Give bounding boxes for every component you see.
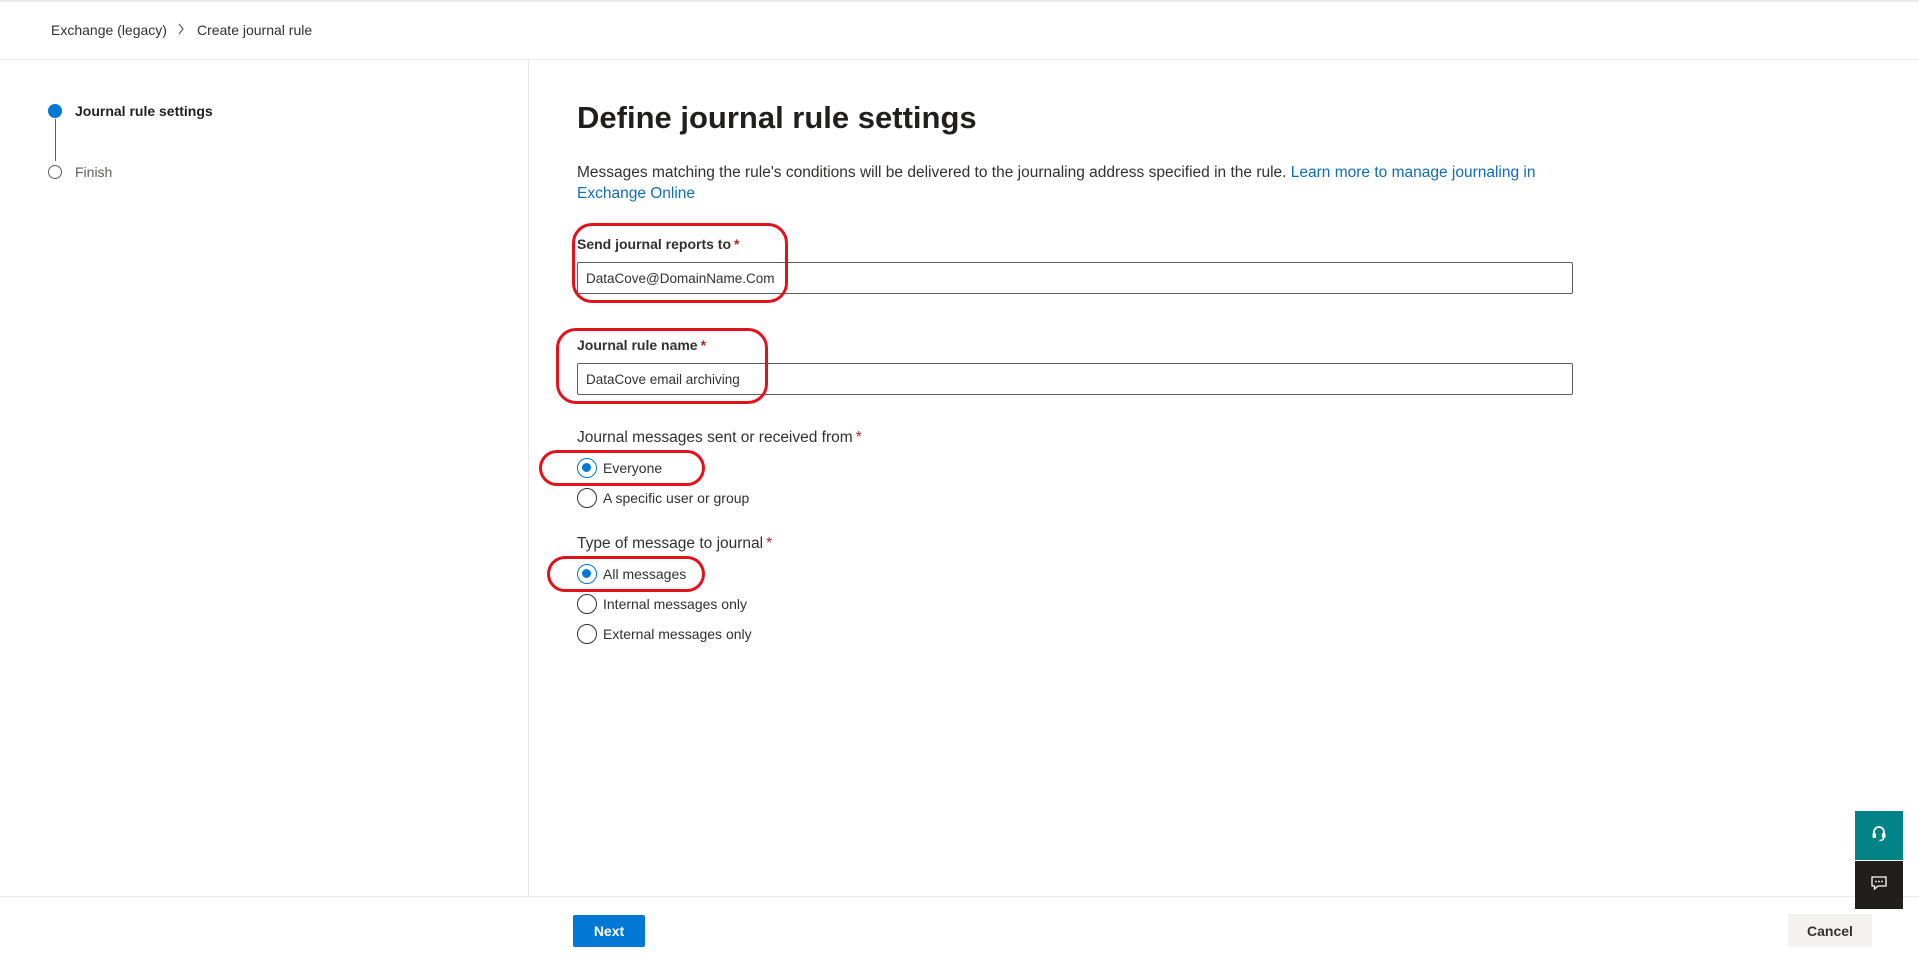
radio-selected-icon[interactable] [577,458,597,478]
radio-label: A specific user or group [603,490,750,506]
breadcrumb-chevron-icon [177,22,185,38]
radio-external-messages-only[interactable]: External messages only [577,624,752,644]
radio-label: All messages [603,566,687,582]
message-type-label-text: Type of message to journal [577,535,764,552]
sender-scope-label: Journal messages sent or received from * [577,429,862,447]
radio-internal-messages-only[interactable]: Internal messages only [577,594,747,614]
step-pending-dot-icon [48,165,62,179]
step-current-dot-icon [48,104,62,118]
step-label: Finish [75,164,113,180]
page-description: Messages matching the rule's conditions … [577,162,1577,204]
rule-name-input[interactable] [577,363,1573,395]
step-label: Journal rule settings [75,103,213,119]
radio-label: External messages only [603,626,752,642]
send-reports-label-text: Send journal reports to [577,236,732,252]
radio-selected-icon[interactable] [577,564,597,584]
radio-unselected-icon[interactable] [577,624,597,644]
sender-scope-label-text: Journal messages sent or received from [577,429,853,446]
radio-unselected-icon[interactable] [577,594,597,614]
required-marker: * [766,535,773,552]
radio-label: Internal messages only [603,596,747,612]
breadcrumb: Exchange (legacy) Create journal rule [51,22,312,38]
description-text: Messages matching the rule's conditions … [577,164,1291,181]
send-reports-label: Send journal reports to * [577,236,739,252]
send-reports-input[interactable] [577,262,1573,294]
radio-everyone[interactable]: Everyone [577,458,662,478]
radio-all-messages[interactable]: All messages [577,564,686,584]
rule-name-label: Journal rule name * [577,337,706,353]
top-border [0,0,1919,2]
feedback-icon [1870,874,1888,897]
message-type-label: Type of message to journal * [577,535,772,553]
step-journal-rule-settings: Journal rule settings [48,103,213,119]
breadcrumb-item-exchange-legacy[interactable]: Exchange (legacy) [51,22,167,38]
step-connector [55,119,56,161]
required-marker: * [734,236,740,252]
help-button[interactable] [1855,811,1903,860]
rule-name-label-text: Journal rule name [577,337,698,353]
feedback-button[interactable] [1855,861,1903,909]
required-marker: * [855,429,862,446]
breadcrumb-item-create-journal-rule: Create journal rule [196,22,313,38]
radio-unselected-icon[interactable] [577,488,597,508]
required-marker: * [700,337,707,353]
step-finish: Finish [48,164,112,180]
page-title: Define journal rule settings [577,100,977,135]
footer-divider [0,896,1919,897]
cancel-button[interactable]: Cancel [1788,914,1872,947]
radio-specific-user-or-group[interactable]: A specific user or group [577,488,749,508]
radio-label: Everyone [603,460,663,476]
headset-icon [1870,824,1888,847]
header-divider [0,59,1919,60]
left-panel-divider [528,60,529,896]
next-button[interactable]: Next [573,915,645,947]
